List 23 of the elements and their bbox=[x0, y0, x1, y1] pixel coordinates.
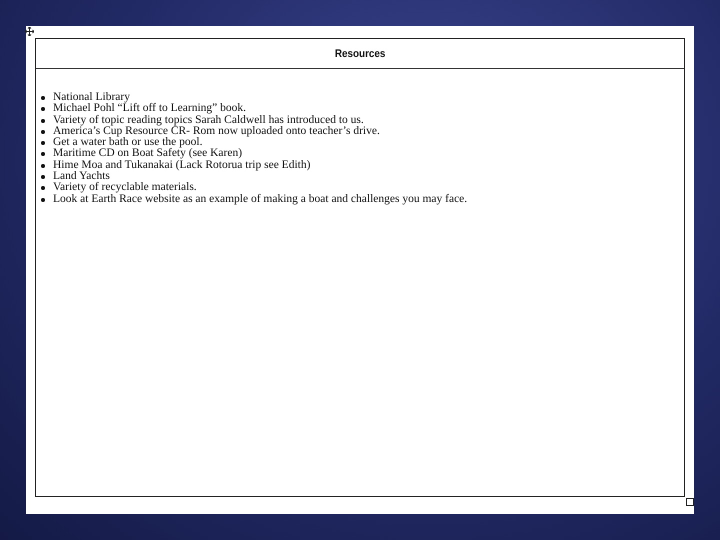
bullet-icon bbox=[41, 175, 45, 180]
list-item: Look at Earth Race website as an example of making a boat and challenges you may face. bbox=[53, 194, 468, 205]
bullet-icon bbox=[41, 141, 45, 146]
list-item: Michael Pohl “Lift off to Learning” book. bbox=[53, 103, 246, 114]
list-item: Land Yachts bbox=[53, 171, 110, 182]
bullet-icon bbox=[41, 152, 45, 156]
bullet-icon bbox=[41, 186, 45, 190]
bullet-icon bbox=[41, 130, 45, 134]
list-item: Variety of recyclable materials. bbox=[53, 182, 197, 194]
list-item: National Library bbox=[53, 92, 130, 103]
bullet-icon bbox=[41, 107, 45, 112]
list-item: America’s Cup Resource CR- Rom now uploaded onto teacher’s drive. bbox=[53, 126, 380, 137]
table-resize-handle[interactable] bbox=[686, 498, 694, 506]
bullet-icon bbox=[41, 96, 45, 100]
list-item: Hime Moa and Tukanakai (Lack Rotorua trip see Edith) bbox=[53, 160, 310, 171]
bullet-icon bbox=[41, 118, 45, 123]
bullet-icon bbox=[41, 198, 45, 202]
list-item: Get a water bath or use the pool. bbox=[53, 137, 202, 148]
bullet-icon bbox=[41, 164, 45, 168]
table-heading: Resources bbox=[334, 48, 386, 60]
list-item: Maritime CD on Boat Safety (see Karen) bbox=[53, 148, 242, 160]
table-move-handle-icon[interactable] bbox=[25, 27, 34, 36]
list-item: Variety of topic reading topics Sarah Caldwell has introduced to us. bbox=[53, 114, 364, 126]
